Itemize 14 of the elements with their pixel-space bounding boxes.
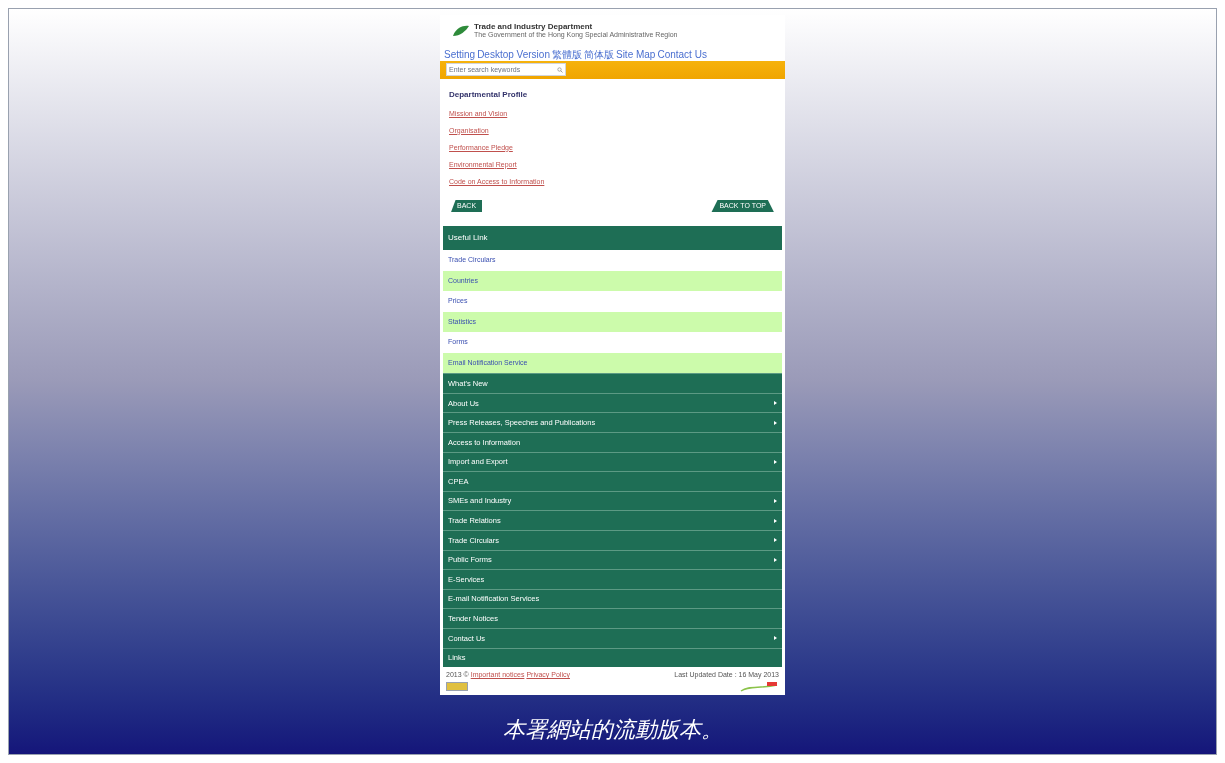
top-link[interactable]: Contact Us	[657, 49, 707, 60]
accessibility-badge	[446, 682, 468, 692]
top-link[interactable]: 繁體版	[551, 49, 582, 60]
caption: 本署網站的流動版本。	[502, 715, 723, 744]
useful-link-header: Useful Link	[443, 226, 782, 251]
leaf-logo-icon	[452, 25, 470, 38]
brand-logo-icon	[739, 680, 779, 693]
section-title: Departmental Profile	[449, 88, 529, 101]
top-link[interactable]: Desktop Version	[477, 49, 550, 60]
top-link[interactable]: Site Map	[615, 49, 656, 60]
search-icon	[557, 66, 563, 73]
site-title: Trade and Industry Department	[474, 23, 594, 31]
top-link[interactable]: Setting	[444, 49, 476, 60]
top-link[interactable]: 简体版	[583, 49, 614, 60]
